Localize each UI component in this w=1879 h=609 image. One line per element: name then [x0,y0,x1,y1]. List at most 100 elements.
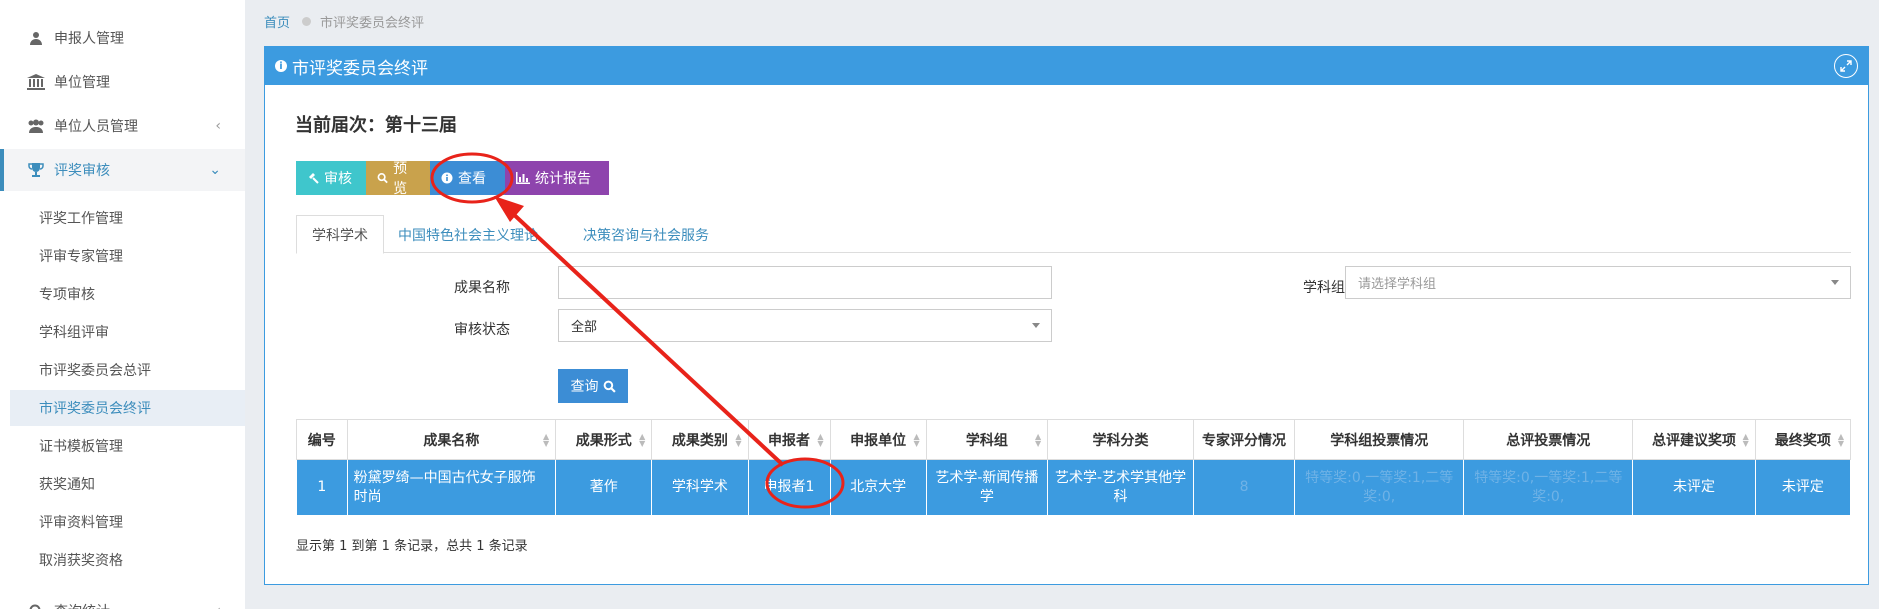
expand-icon [1840,60,1852,72]
col-header[interactable]: 学科组 ▲ ▼ [925,419,1049,460]
tab-socialism-theory[interactable]: 中国特色社会主义理论 [383,215,553,254]
trophy-icon [26,162,46,178]
sidebar-subitem[interactable]: 取消获奖资格 [10,542,245,578]
name-input[interactable] [558,266,1052,299]
search-icon [377,173,388,184]
sidebar-subitem[interactable]: 专项审核 [10,276,245,312]
cell-title: 粉黛罗绮—中国古代女子服饰时尚 [346,459,557,516]
table-row[interactable]: 1 粉黛罗绮—中国古代女子服饰时尚 著作 学科学术 申报者1 北京大学 艺术学-… [296,459,1852,516]
col-header[interactable]: 申报者 ▲ ▼ [747,419,831,460]
expand-button[interactable] [1834,54,1858,78]
preview-button-label: 预览 [393,161,408,197]
cell-final-award: 未评定 [1754,459,1852,516]
query-button-label: 查询 [570,379,599,395]
chevron-left-icon: ‹ [215,118,221,134]
sidebar-subitem[interactable]: 评审资料管理 [10,504,245,540]
report-button[interactable]: 统计报告 [505,161,609,195]
col-header[interactable]: 学科分类 [1047,419,1194,460]
sidebar-item-label: 单位人员管理 [54,119,138,135]
sidebar-item-label: 评奖审核 [54,163,110,179]
sidebar-subitem[interactable]: 评奖工作管理 [10,200,245,236]
cell-category: 学科学术 [651,459,749,516]
col-header[interactable]: 总评建议奖项 ▲ ▼ [1632,419,1756,460]
view-button-label: 查看 [458,171,486,187]
breadcrumb-separator [302,17,312,26]
view-button[interactable]: 查看 [430,161,505,195]
col-header[interactable]: 最终奖项 ▲ ▼ [1754,419,1852,460]
bar-chart-icon [516,172,530,184]
sidebar: 申报人管理 单位管理 单位人员管理 ‹ 评奖审核 ⌄ 评奖工作管理 评审专家管理… [0,0,245,609]
breadcrumb-current: 市评奖委员会终评 [320,16,425,31]
sidebar-subitem-active[interactable]: 市评奖委员会终评 [10,390,245,426]
pagination-info: 显示第 1 到第 1 条记录，总共 1 条记录 [296,539,528,554]
caret-down-icon [1032,323,1040,328]
col-header[interactable]: 成果类别 ▲ ▼ [651,419,749,460]
action-toolbar: 审核 预览 查看 统计报告 [296,161,609,197]
col-header[interactable]: 学科组投票情况 [1294,419,1465,460]
breadcrumb-home[interactable]: 首页 [264,12,290,31]
name-label: 成果名称 [454,280,510,296]
sort-icon: ▲ ▼ [639,432,646,448]
col-header[interactable]: 专家评分情况 [1192,419,1296,460]
panel-title: 市评奖委员会终评 [292,58,428,79]
group-select[interactable]: 请选择学科组 [1345,266,1851,299]
sidebar-subitem[interactable]: 获奖通知 [10,466,245,502]
sidebar-subitem[interactable]: 市评奖委员会总评 [10,352,245,388]
col-header[interactable]: 总评投票情况 [1463,419,1634,460]
table-header-row: 编号 成果名称 ▲ ▼ 成果形式 ▲ ▼ 成果类别 ▲ ▼ 申报者 ▲ ▼ 申报单位 ▲ ▼ 学科组… [296,419,1852,460]
sort-icon: ▲ ▼ [1742,432,1749,448]
main-panel: i 市评奖委员会终评 当前届次：第十三届 审核 预览 查看 统计报告 学科学术 … [264,46,1869,585]
gavel-icon [309,173,319,184]
report-button-label: 统计报告 [535,171,591,187]
sidebar-item-label: 单位管理 [54,75,110,91]
cell-suggested-award: 未评定 [1632,459,1756,516]
cell-group-vote: 特等奖:0,一等奖:1,二等奖:0, [1294,459,1465,516]
review-button[interactable]: 审核 [296,161,366,195]
sidebar-subitem[interactable]: 学科组评审 [10,314,245,350]
sidebar-item-query-stats[interactable]: 查询统计 ‹ [0,590,245,609]
query-button[interactable]: 查询 [558,369,628,403]
sort-icon: ▲ ▼ [913,432,920,448]
sidebar-item-label: 申报人管理 [54,31,124,47]
caret-down-icon [1831,280,1839,285]
tab-academic[interactable]: 学科学术 [296,215,384,254]
current-term: 当前届次：第十三届 [295,115,457,136]
sidebar-subitem[interactable]: 证书模板管理 [10,428,245,464]
tab-bar: 学科学术 中国特色社会主义理论 决策咨询与社会服务 [296,215,1851,254]
group-select-placeholder: 请选择学科组 [1358,277,1437,292]
status-label: 审核状态 [454,322,510,338]
panel-header: i 市评奖委员会终评 [265,47,1868,85]
sidebar-item-label: 查询统计 [54,601,110,609]
users-icon [26,119,46,133]
info-icon [441,172,453,184]
results-table: 编号 成果名称 ▲ ▼ 成果形式 ▲ ▼ 成果类别 ▲ ▼ 申报者 ▲ ▼ 申报单位 ▲ ▼ 学科组… [296,419,1852,516]
sidebar-item-award-review[interactable]: 评奖审核 ⌄ [0,149,245,191]
bank-icon [26,74,46,90]
search-icon [26,604,46,609]
sidebar-top-clipped [0,0,245,14]
sort-icon: ▲ ▼ [543,432,550,448]
tab-consulting-service[interactable]: 决策咨询与社会服务 [568,215,724,254]
search-icon [603,380,616,393]
user-icon [26,31,46,45]
col-header[interactable]: 成果形式 ▲ ▼ [555,419,653,460]
col-header[interactable]: 成果名称 ▲ ▼ [346,419,557,460]
preview-button[interactable]: 预览 [366,161,430,197]
sidebar-item-applicant[interactable]: 申报人管理 [0,17,245,59]
chevron-left-icon: ‹ [215,603,221,609]
sidebar-item-unit[interactable]: 单位管理 [0,61,245,103]
cell-expert-score: 8 [1192,459,1296,516]
sidebar-item-unit-staff[interactable]: 单位人员管理 ‹ [0,105,245,147]
status-select[interactable]: 全部 [558,309,1052,342]
cell-unit: 北京大学 [829,459,927,516]
sort-icon: ▲ ▼ [735,432,742,448]
col-header[interactable]: 申报单位 ▲ ▼ [829,419,927,460]
review-button-label: 审核 [324,171,352,187]
chevron-down-icon: ⌄ [209,162,221,178]
cell-applicant: 申报者1 [747,459,831,516]
sort-icon: ▲ ▼ [817,432,824,448]
sidebar-subitem[interactable]: 评审专家管理 [10,238,245,274]
cell-id: 1 [296,459,348,516]
cell-classification: 艺术学-艺术学其他学科 [1047,459,1194,516]
col-header[interactable]: 编号 [296,419,348,460]
